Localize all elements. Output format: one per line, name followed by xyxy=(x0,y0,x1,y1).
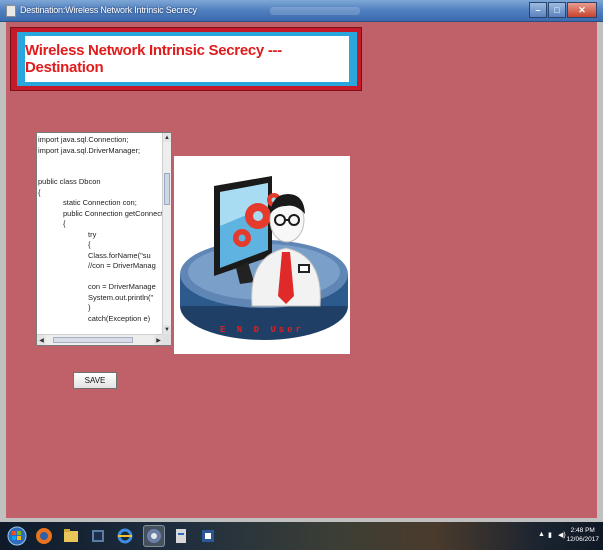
horizontal-scroll-thumb[interactable] xyxy=(53,337,133,343)
terminal-icon xyxy=(92,530,104,542)
header-banner-frame: Wireless Network Intrinsic Secrecy --- D… xyxy=(17,32,357,86)
java-icon xyxy=(147,529,161,543)
end-user-label: E N D User xyxy=(220,325,305,335)
horizontal-scrollbar[interactable]: ◀ ▶ xyxy=(37,334,163,345)
end-user-image: E N D User xyxy=(174,156,350,354)
vertical-scrollbar[interactable]: ▲ ▼ xyxy=(162,133,171,334)
folder-icon xyxy=(64,529,78,542)
maximize-button[interactable]: □ xyxy=(548,2,566,18)
word-icon xyxy=(202,530,214,542)
window-title: Destination:Wireless Network Intrinsic S… xyxy=(20,5,197,15)
taskbar-item-firefox[interactable] xyxy=(33,525,55,547)
application-window: Destination:Wireless Network Intrinsic S… xyxy=(0,0,603,522)
taskbar-item-file-explorer[interactable] xyxy=(60,525,82,547)
app-icon xyxy=(6,5,16,17)
header-banner-inner: Wireless Network Intrinsic Secrecy --- D… xyxy=(25,36,349,82)
taskbar-item-app[interactable] xyxy=(170,525,192,547)
window-controls: – □ ✕ xyxy=(528,2,597,18)
taskbar-item-internet-explorer[interactable] xyxy=(114,525,136,547)
taskbar: ▲ ▮ ◀) 2:48 PM 12/06/2017 xyxy=(0,522,603,550)
volume-icon[interactable]: ◀) xyxy=(558,531,566,539)
app-icon xyxy=(176,529,186,543)
header-banner: Wireless Network Intrinsic Secrecy --- D… xyxy=(10,27,362,91)
code-text[interactable]: import java.sql.Connection; import java.… xyxy=(37,133,163,333)
scroll-down-icon[interactable]: ▼ xyxy=(163,325,171,334)
title-bar-glare xyxy=(270,7,360,15)
code-text-area[interactable]: import java.sql.Connection; import java.… xyxy=(36,132,172,346)
taskbar-item-java[interactable] xyxy=(143,525,165,547)
tray-arrow-icon[interactable]: ▲ xyxy=(538,531,545,538)
firefox-icon xyxy=(36,528,52,544)
main-panel: Wireless Network Intrinsic Secrecy --- D… xyxy=(6,22,597,518)
scroll-left-icon[interactable]: ◀ xyxy=(37,335,46,345)
save-button[interactable]: SAVE xyxy=(73,372,117,389)
title-bar[interactable]: Destination:Wireless Network Intrinsic S… xyxy=(0,0,603,22)
clock-time: 2:48 PM xyxy=(570,527,595,534)
vertical-scroll-thumb[interactable] xyxy=(164,173,170,205)
scroll-up-icon[interactable]: ▲ xyxy=(163,133,171,142)
start-button[interactable] xyxy=(6,525,28,547)
scroll-corner xyxy=(162,334,171,345)
clock[interactable]: 2:48 PM 12/06/2017 xyxy=(566,526,599,544)
internet-explorer-icon xyxy=(117,528,133,544)
clock-date: 12/06/2017 xyxy=(566,536,599,543)
taskbar-item-word[interactable] xyxy=(197,525,219,547)
start-orb-icon xyxy=(7,526,27,546)
minimize-button[interactable]: – xyxy=(529,2,547,18)
taskbar-item-terminal[interactable] xyxy=(87,525,109,547)
close-button[interactable]: ✕ xyxy=(567,2,597,18)
page-title: Wireless Network Intrinsic Secrecy --- D… xyxy=(25,42,282,76)
network-icon[interactable]: ▮ xyxy=(548,531,552,539)
